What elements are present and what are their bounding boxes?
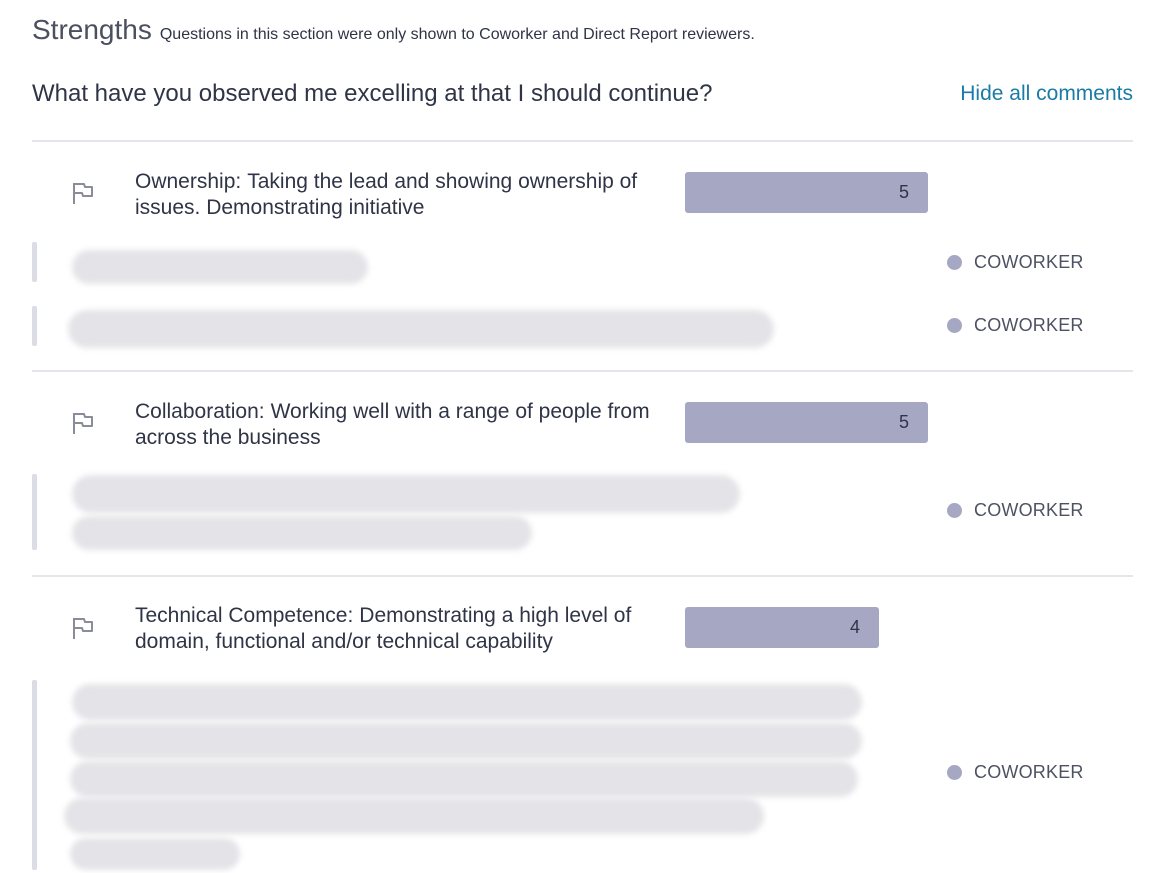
reviewer-dot-icon xyxy=(947,318,962,333)
competency-technical-competence: Technical Competence: Demonstrating a hig… xyxy=(135,603,680,655)
reviewer-dot-icon xyxy=(947,765,962,780)
competency-collaboration: Collaboration: Working well with a range … xyxy=(135,399,675,451)
redacted-comment xyxy=(72,250,368,284)
section-note: Questions in this section were only show… xyxy=(159,26,755,43)
score-value: 5 xyxy=(898,412,909,432)
score-bar: 4 xyxy=(685,607,928,648)
reviewer-label: COWORKER xyxy=(974,762,1084,782)
comment-rail xyxy=(32,680,37,870)
flag-icon xyxy=(73,618,93,639)
redacted-comment xyxy=(70,838,240,870)
redacted-comment xyxy=(72,516,532,550)
score-value: 4 xyxy=(849,617,860,637)
comment-rail xyxy=(32,306,37,346)
divider xyxy=(32,575,1133,577)
competency-name: Technical Competence: xyxy=(135,604,354,627)
hide-all-comments-link[interactable]: Hide all comments xyxy=(960,82,1133,106)
reviewer-tag: COWORKER xyxy=(947,315,1084,336)
score-bar: 5 xyxy=(685,172,928,213)
competency-ownership: Ownership: Taking the lead and showing ow… xyxy=(135,169,685,221)
flag-icon xyxy=(73,413,93,434)
reviewer-dot-icon xyxy=(947,503,962,518)
reviewer-label: COWORKER xyxy=(974,315,1084,335)
divider xyxy=(32,140,1133,142)
reviewer-tag: COWORKER xyxy=(947,252,1084,273)
competency-name: Ownership: xyxy=(135,170,242,193)
reviewer-label: COWORKER xyxy=(974,500,1084,520)
reviewer-label: COWORKER xyxy=(974,252,1084,272)
score-bar: 5 xyxy=(685,402,928,443)
reviewer-tag: COWORKER xyxy=(947,500,1084,521)
comment-rail xyxy=(32,474,37,550)
competency-name: Collaboration: xyxy=(135,400,265,423)
question-text: What have you observed me excelling at t… xyxy=(32,80,713,107)
redacted-comment xyxy=(72,475,740,513)
reviewer-dot-icon xyxy=(947,255,962,270)
redacted-comment xyxy=(70,723,862,759)
section-header: Strengths Questions in this section were… xyxy=(32,14,755,46)
redacted-comment xyxy=(64,798,764,834)
reviewer-tag: COWORKER xyxy=(947,762,1084,783)
redacted-comment xyxy=(70,761,858,797)
section-title: Strengths xyxy=(32,14,152,45)
flag-icon xyxy=(73,183,93,204)
score-value: 5 xyxy=(898,182,909,202)
divider xyxy=(32,370,1133,372)
comment-rail xyxy=(32,242,37,282)
redacted-comment xyxy=(72,684,862,720)
redacted-comment xyxy=(68,310,774,348)
